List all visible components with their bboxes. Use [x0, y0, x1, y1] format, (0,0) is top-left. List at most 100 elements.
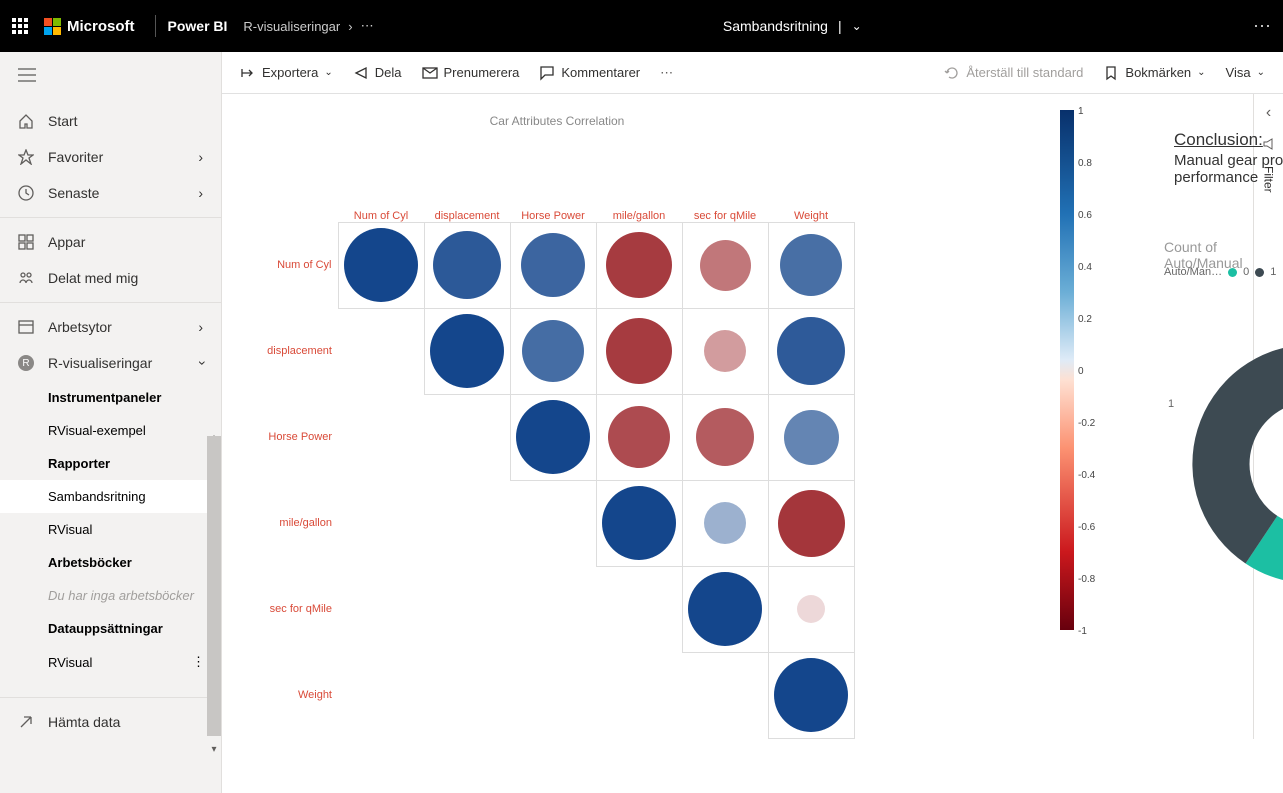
- comments-label: Kommentarer: [561, 65, 640, 80]
- report-page: Car Attributes Correlation Num of Cyldis…: [222, 94, 1253, 739]
- bookmarks-button[interactable]: Bokmärken ⌄: [1103, 65, 1205, 81]
- nav-get-data-label: Hämta data: [48, 714, 120, 730]
- nav-shared-label: Delat med mig: [48, 270, 138, 286]
- dataset-label: RVisual: [48, 655, 92, 670]
- chevron-down-icon[interactable]: ⌄: [852, 19, 862, 33]
- report-title: Sambandsritning: [723, 18, 828, 34]
- chevron-down-icon: ⌄: [1257, 67, 1265, 78]
- more-vertical-icon[interactable]: ⋮: [192, 654, 203, 670]
- legend-swatch-1: [1255, 268, 1264, 277]
- nav-shared[interactable]: Delat med mig: [0, 260, 221, 296]
- nav-current-workspace[interactable]: R R-visualiseringar ›: [0, 345, 221, 381]
- legend-1-label: 1: [1270, 266, 1276, 278]
- export-label: Exportera: [262, 65, 318, 80]
- nav-current-workspace-label: R-visualiseringar: [48, 355, 152, 371]
- section-workbooks[interactable]: Arbetsböcker: [0, 546, 221, 579]
- export-icon: [240, 65, 256, 81]
- scrollbar-thumb[interactable]: [207, 436, 222, 736]
- nav-favorites[interactable]: Favoriter ›: [0, 139, 221, 175]
- export-button[interactable]: Exportera ⌄: [240, 65, 333, 81]
- share-icon: [353, 65, 369, 81]
- dashboard-item[interactable]: RVisual-exempel: [0, 414, 221, 447]
- chevron-right-icon: ›: [198, 149, 203, 165]
- share-label: Dela: [375, 65, 402, 80]
- colorbar: [1060, 110, 1074, 630]
- comment-icon: [539, 65, 555, 81]
- nav-collapse-button[interactable]: [0, 52, 221, 103]
- donut-chart: [1182, 334, 1283, 599]
- toolbar-more-icon[interactable]: ⋯: [660, 65, 673, 81]
- section-dashboards[interactable]: Instrumentpaneler: [0, 381, 221, 414]
- chevron-right-icon: ›: [348, 19, 352, 34]
- nav-workspaces-label: Arbetsytor: [48, 319, 112, 335]
- legend-field: Auto/Man…: [1164, 266, 1222, 278]
- share-button[interactable]: Dela: [353, 65, 402, 81]
- report-item-selected[interactable]: Sambandsritning: [0, 480, 221, 513]
- shared-icon: [18, 270, 34, 286]
- section-datasets[interactable]: Datauppsättningar: [0, 612, 221, 645]
- conclusion-heading: Conclusion:: [1174, 130, 1283, 150]
- scroll-down-icon[interactable]: ▾: [207, 744, 221, 758]
- nav-recent[interactable]: Senaste ›: [0, 175, 221, 211]
- report-toolbar: Exportera ⌄ Dela Prenumerera Kommentarer…: [222, 52, 1283, 94]
- bookmark-icon: [1103, 65, 1119, 81]
- view-button[interactable]: Visa ⌄: [1226, 65, 1265, 80]
- clock-icon: [18, 185, 34, 201]
- correlation-matrix: Num of CyldisplacementHorse Powermile/ga…: [252, 136, 1253, 739]
- report-item[interactable]: RVisual: [0, 513, 221, 546]
- breadcrumb-workspace[interactable]: R-visualiseringar: [243, 19, 340, 34]
- left-nav: Start Favoriter › Senaste › Appar Delat …: [0, 52, 222, 793]
- subscribe-button[interactable]: Prenumerera: [422, 65, 520, 81]
- chevron-right-icon: ›: [198, 319, 203, 335]
- nav-workspaces[interactable]: Arbetsytor ›: [0, 309, 221, 345]
- donut-legend: Auto/Man… 0 1: [1164, 266, 1276, 278]
- collapse-rail-icon[interactable]: ‹: [1266, 104, 1271, 122]
- star-icon: [18, 149, 34, 165]
- correlation-chart-title: Car Attributes Correlation: [257, 114, 857, 128]
- header-more-icon[interactable]: ⋯: [1211, 16, 1271, 37]
- reset-icon: [944, 65, 960, 81]
- subscribe-label: Prenumerera: [444, 65, 520, 80]
- bookmarks-label: Bokmärken: [1125, 65, 1191, 80]
- workspaces-icon: [18, 319, 34, 335]
- apps-icon: [18, 234, 34, 250]
- mail-icon: [422, 65, 438, 81]
- dataset-item[interactable]: RVisual ⋮: [0, 645, 221, 679]
- conclusion-text-box: Conclusion: Manual gear provides better …: [1174, 130, 1283, 186]
- section-reports[interactable]: Rapporter: [0, 447, 221, 480]
- legend-0-label: 0: [1243, 266, 1249, 278]
- microsoft-text: Microsoft: [67, 18, 135, 35]
- legend-swatch-0: [1228, 268, 1237, 277]
- title-divider: |: [838, 18, 842, 34]
- reset-button[interactable]: Återställ till standard: [944, 65, 1083, 81]
- divider: [155, 15, 156, 37]
- chevron-down-icon: ⌄: [1197, 67, 1205, 78]
- nav-home[interactable]: Start: [0, 103, 221, 139]
- view-label: Visa: [1226, 65, 1251, 80]
- app-launcher-icon[interactable]: [12, 18, 28, 34]
- report-title-bar: Sambandsritning | ⌄: [374, 18, 1211, 34]
- breadcrumb[interactable]: R-visualiseringar › ⋯: [243, 18, 373, 34]
- microsoft-logo: Microsoft: [44, 18, 135, 35]
- nav-get-data[interactable]: Hämta data: [0, 704, 221, 740]
- nav-recent-label: Senaste: [48, 185, 99, 201]
- comments-button[interactable]: Kommentarer: [539, 65, 640, 81]
- donut-label-1: 1: [1168, 398, 1174, 410]
- chevron-down-icon: ⌄: [324, 67, 332, 78]
- reset-label: Återställ till standard: [966, 65, 1083, 80]
- report-canvas: Car Attributes Correlation Num of Cyldis…: [222, 94, 1283, 739]
- chevron-up-icon: ›: [193, 361, 209, 366]
- nav-apps-label: Appar: [48, 234, 85, 250]
- conclusion-body: Manual gear provides better performance: [1174, 152, 1283, 186]
- workspace-avatar-icon: R: [18, 355, 34, 371]
- product-name[interactable]: Power BI: [168, 18, 228, 34]
- nav-apps[interactable]: Appar: [0, 224, 221, 260]
- chevron-right-icon: ›: [198, 185, 203, 201]
- workbooks-empty: Du har inga arbetsböcker: [0, 579, 221, 612]
- more-icon[interactable]: ⋯: [361, 18, 374, 34]
- nav-home-label: Start: [48, 113, 78, 129]
- home-icon: [18, 113, 34, 129]
- global-header: Microsoft Power BI R-visualiseringar › ⋯…: [0, 0, 1283, 52]
- get-data-icon: [18, 714, 34, 730]
- nav-favorites-label: Favoriter: [48, 149, 103, 165]
